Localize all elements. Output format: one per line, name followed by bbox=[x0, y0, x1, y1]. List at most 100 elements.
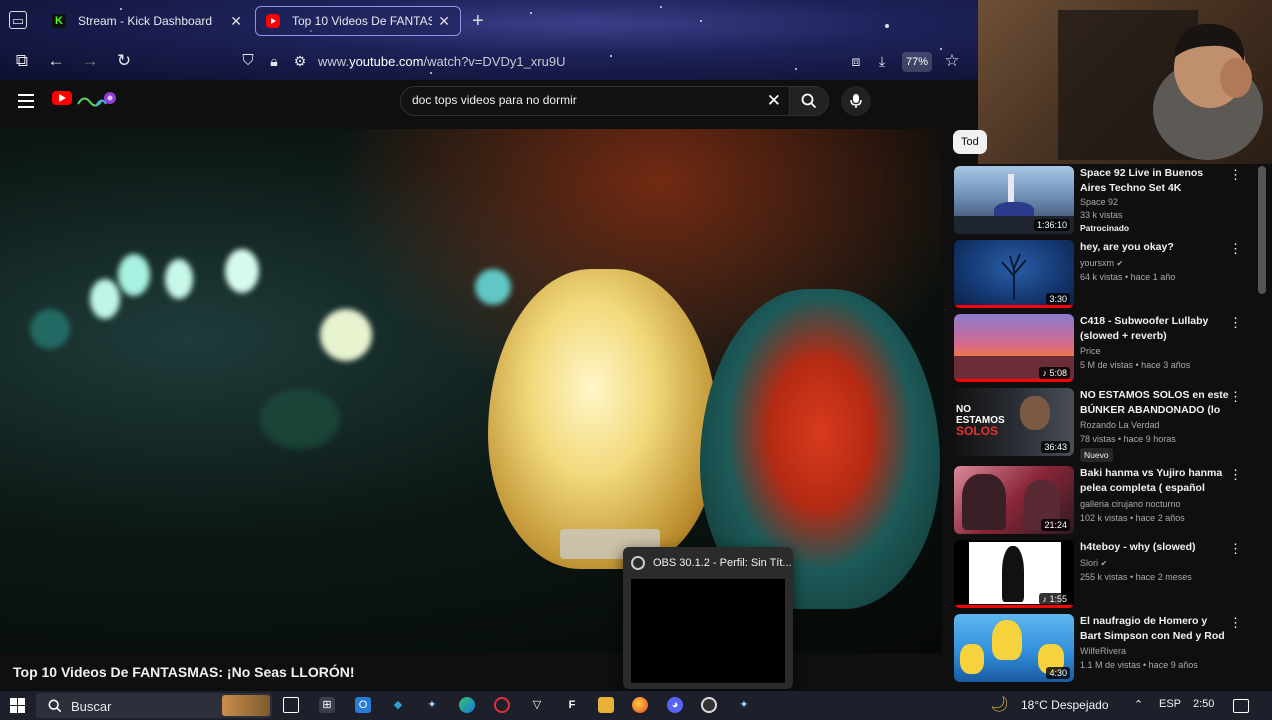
clear-search-icon[interactable]: ✕ bbox=[767, 91, 781, 111]
outlook-icon[interactable]: O bbox=[355, 697, 371, 713]
file-explorer-icon[interactable] bbox=[598, 697, 614, 713]
channel-name[interactable]: WilfeRivera bbox=[1080, 646, 1126, 656]
notifications-icon[interactable] bbox=[1233, 699, 1249, 713]
obs-taskbar-icon[interactable] bbox=[701, 697, 717, 713]
browser-chrome: ▭ K Stream - Kick Dashboard ✕ Top 10 Vid… bbox=[0, 0, 978, 80]
vpn-icon[interactable]: ▽ bbox=[529, 697, 545, 713]
edge-icon[interactable] bbox=[459, 697, 475, 713]
video-thumbnail[interactable]: 3:30 bbox=[954, 240, 1074, 308]
video-duration: 21:24 bbox=[1041, 519, 1070, 531]
obs-window-thumbnail[interactable] bbox=[631, 579, 785, 683]
recommendation-item[interactable]: ♪ 1:55 h4teboy - why (slowed) Slori ✔ 25… bbox=[954, 540, 1254, 610]
obs-taskbar-preview[interactable]: OBS 30.1.2 - Perfil: Sin Tít... bbox=[623, 547, 793, 689]
more-options-icon[interactable]: ⋮ bbox=[1229, 616, 1242, 629]
voice-search-button[interactable] bbox=[841, 86, 871, 116]
task-view-icon[interactable] bbox=[283, 697, 299, 713]
video-thumbnail[interactable]: ♪ 1:55 bbox=[954, 540, 1074, 608]
video-thumbnail[interactable]: 21:24 bbox=[954, 466, 1074, 534]
channel-name[interactable]: yoursxm ✔ bbox=[1080, 258, 1123, 268]
new-badge: Nuevo bbox=[1080, 448, 1113, 462]
recommendation-title[interactable]: El naufragio de Homero y Bart Simpson co… bbox=[1080, 614, 1230, 644]
channel-name[interactable]: galleria cirujano nocturno bbox=[1080, 499, 1181, 509]
more-options-icon[interactable]: ⋮ bbox=[1229, 242, 1242, 255]
address-bar[interactable]: www.youtube.com/watch?v=DVDy1_xru9U bbox=[318, 54, 565, 69]
recommendation-item[interactable]: 1:36:10 Space 92 Live in Buenos Aires Te… bbox=[954, 166, 1254, 236]
more-options-icon[interactable]: ⋮ bbox=[1229, 390, 1242, 403]
tab-list-icon[interactable]: ▭ bbox=[9, 11, 27, 29]
steam-taskbar-icon[interactable]: ✦ bbox=[736, 697, 752, 713]
video-duration: ♪ 5:08 bbox=[1039, 367, 1070, 379]
lock-icon[interactable]: 🔒︎ bbox=[264, 51, 284, 71]
video-thumbnail[interactable]: ♪ 5:08 bbox=[954, 314, 1074, 382]
recommendation-title[interactable]: hey, are you okay? bbox=[1080, 240, 1230, 255]
reload-icon[interactable]: ↻ bbox=[114, 51, 134, 71]
more-options-icon[interactable]: ⋮ bbox=[1229, 316, 1242, 329]
back-icon[interactable]: ← bbox=[46, 51, 66, 71]
site-settings-icon[interactable]: ⚙ bbox=[290, 51, 310, 71]
more-options-icon[interactable]: ⋮ bbox=[1229, 468, 1242, 481]
menu-icon[interactable] bbox=[18, 94, 34, 108]
filter-chip-all[interactable]: Tod bbox=[953, 130, 987, 154]
download-icon[interactable]: ⤓ bbox=[872, 51, 892, 71]
chevron-up-icon[interactable]: ⌃ bbox=[1134, 698, 1143, 711]
yellow-lantern bbox=[488, 269, 718, 569]
video-thumbnail[interactable]: 1:36:10 bbox=[954, 166, 1074, 234]
channel-name[interactable]: Rozando La Verdad bbox=[1080, 420, 1160, 430]
close-tab-icon[interactable]: ✕ bbox=[438, 13, 450, 30]
tab-bar: ▭ K Stream - Kick Dashboard ✕ Top 10 Vid… bbox=[0, 0, 978, 40]
more-options-icon[interactable]: ⋮ bbox=[1229, 542, 1242, 555]
microsoft-store-icon[interactable]: ⊞ bbox=[319, 697, 335, 713]
recommendation-title[interactable]: Space 92 Live in Buenos Aires Techno Set… bbox=[1080, 166, 1230, 196]
windows-start-icon[interactable] bbox=[10, 698, 25, 713]
weather-text[interactable]: 18°C Despejado bbox=[1021, 698, 1109, 712]
opera-icon[interactable] bbox=[494, 697, 510, 713]
sidebar-scrollbar[interactable] bbox=[1258, 166, 1266, 294]
forward-icon[interactable]: → bbox=[80, 51, 100, 71]
channel-name[interactable]: Space 92 bbox=[1080, 197, 1118, 207]
search-input[interactable] bbox=[412, 93, 752, 107]
recommendation-title[interactable]: C418 - Subwoofer Lullaby (slowed + rever… bbox=[1080, 314, 1230, 344]
picture-in-picture-icon[interactable]: ⧈ bbox=[846, 51, 866, 71]
bookmark-star-icon[interactable]: ☆ bbox=[942, 51, 962, 71]
game-launcher-icon[interactable]: F bbox=[564, 697, 580, 713]
recommendation-title[interactable]: h4teboy - why (slowed) bbox=[1080, 540, 1230, 555]
video-thumbnail[interactable]: 4:30 bbox=[954, 614, 1074, 682]
recommendation-item[interactable]: ♪ 5:08 C418 - Subwoofer Lullaby (slowed … bbox=[954, 314, 1254, 384]
close-tab-icon[interactable]: ✕ bbox=[230, 13, 242, 30]
recommendation-item[interactable]: 21:24 Baki hanma vs Yujiro hanma pelea c… bbox=[954, 466, 1254, 536]
steam-icon[interactable]: ✦ bbox=[424, 697, 440, 713]
video-meta: 1.1 M de vistas • hace 9 años bbox=[1080, 660, 1198, 670]
url-domain: youtube.com bbox=[349, 54, 424, 69]
recommendation-item[interactable]: 4:30 El naufragio de Homero y Bart Simps… bbox=[954, 614, 1254, 684]
more-options-icon[interactable]: ⋮ bbox=[1229, 168, 1242, 181]
zoom-indicator[interactable]: 77% bbox=[902, 52, 932, 72]
search-field[interactable]: ✕ bbox=[400, 86, 790, 116]
recommendation-item[interactable]: 3:30 hey, are you okay? yoursxm ✔ 64 k v… bbox=[954, 240, 1254, 310]
video-meta: 5 M de vistas • hace 3 años bbox=[1080, 360, 1191, 370]
video-thumbnail[interactable]: NO ESTAMOS SOLOS 36:43 bbox=[954, 388, 1074, 456]
webcam-overlay bbox=[978, 0, 1272, 164]
clock[interactable]: 2:50 bbox=[1193, 698, 1214, 710]
new-tab-icon[interactable]: + bbox=[472, 10, 484, 33]
youtube-logo[interactable] bbox=[52, 91, 72, 105]
channel-name[interactable]: Price bbox=[1080, 346, 1101, 356]
thumbnail-text: NO ESTAMOS SOLOS bbox=[956, 404, 1005, 437]
video-meta: 102 k vistas • hace 2 años bbox=[1080, 513, 1185, 523]
channel-name[interactable]: Slori ✔ bbox=[1080, 558, 1107, 568]
video-player[interactable] bbox=[0, 129, 942, 653]
app-icon[interactable]: ◆ bbox=[390, 697, 406, 713]
language-indicator[interactable]: ESP bbox=[1159, 698, 1181, 710]
firefox-icon[interactable] bbox=[632, 697, 648, 713]
search-button[interactable] bbox=[789, 86, 829, 116]
youtube-doodle-logo[interactable] bbox=[76, 90, 118, 110]
recommendation-title[interactable]: NO ESTAMOS SOLOS en este BÚNKER ABANDONA… bbox=[1080, 388, 1230, 418]
sidebar-toggle-icon[interactable]: ⧉ bbox=[12, 51, 32, 71]
recommendation-item[interactable]: NO ESTAMOS SOLOS 36:43 NO ESTAMOS SOLOS … bbox=[954, 388, 1254, 462]
tab-youtube-video[interactable]: Top 10 Videos De FANTASMAS ✕ bbox=[255, 6, 461, 36]
thumbnail-text-line: NO bbox=[956, 404, 971, 415]
taskbar-search[interactable]: Buscar bbox=[36, 693, 272, 718]
recommendation-title[interactable]: Baki hanma vs Yujiro hanma pelea complet… bbox=[1080, 466, 1230, 496]
tab-kick-dashboard[interactable]: K Stream - Kick Dashboard ✕ bbox=[42, 6, 252, 36]
shield-icon[interactable]: ⛉ bbox=[238, 51, 258, 71]
discord-icon[interactable]: ◕ bbox=[667, 697, 683, 713]
